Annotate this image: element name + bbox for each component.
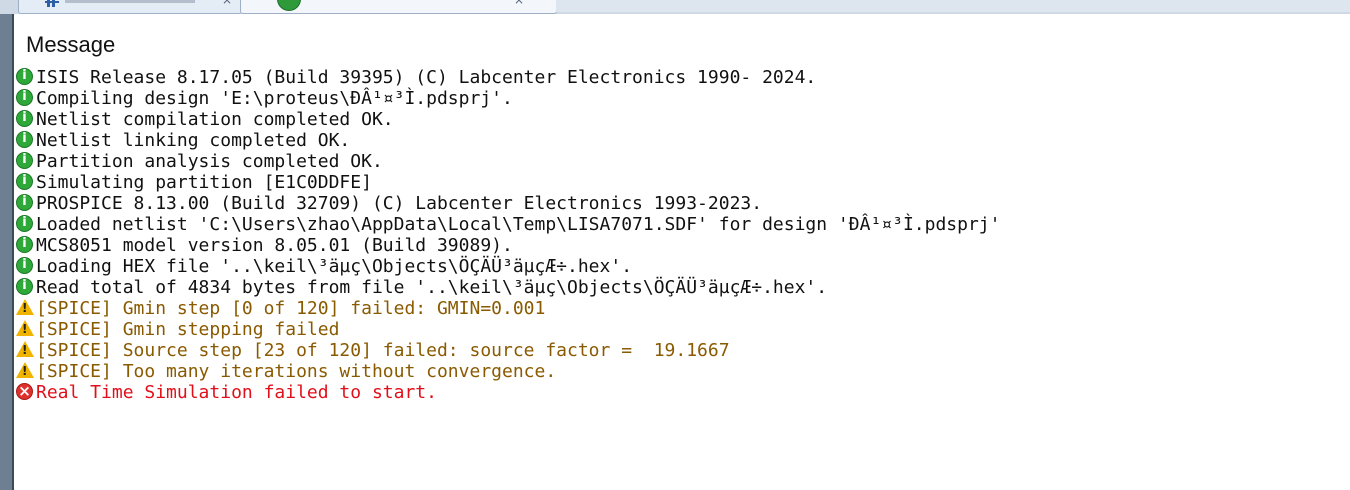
message-text: [SPICE] Gmin step [0 of 120] failed: GMI… — [36, 298, 546, 319]
message-text: Compiling design 'E:\proteus\ÐÂ¹¤³Ì.pdsp… — [36, 88, 513, 109]
message-row-info[interactable]: Loaded netlist 'C:\Users\zhao\AppData\Lo… — [16, 214, 1346, 235]
message-text: Real Time Simulation failed to start. — [36, 382, 437, 403]
tab-source-code[interactable] — [240, 0, 557, 14]
tab-label-obscured — [65, 0, 195, 3]
info-icon — [16, 109, 33, 127]
message-text: Read total of 4834 bytes from file '..\k… — [36, 277, 828, 298]
warning-icon — [16, 362, 34, 378]
message-text: Netlist compilation completed OK. — [36, 109, 394, 130]
info-icon — [16, 214, 33, 232]
message-row-info[interactable]: Read total of 4834 bytes from file '..\k… — [16, 277, 1346, 298]
info-icon — [16, 151, 33, 169]
info-icon — [16, 88, 33, 106]
message-row-info[interactable]: Simulating partition [E1C0DDFE] — [16, 172, 1346, 193]
tab-schematic[interactable] — [18, 0, 242, 14]
message-text: Netlist linking completed OK. — [36, 130, 351, 151]
message-row-warning[interactable]: [SPICE] Gmin step [0 of 120] failed: GMI… — [16, 298, 1346, 319]
message-panel: Message ISIS Release 8.17.05 (Build 3939… — [14, 14, 1350, 490]
message-row-info[interactable]: Loading HEX file '..\keil\³äµç\Objects\Ö… — [16, 256, 1346, 277]
message-row-error[interactable]: Real Time Simulation failed to start. — [16, 382, 1346, 403]
message-row-warning[interactable]: [SPICE] Gmin stepping failed — [16, 319, 1346, 340]
message-text: [SPICE] Source step [23 of 120] failed: … — [36, 340, 730, 361]
info-icon — [16, 172, 33, 190]
window-frame-left — [0, 14, 14, 490]
info-icon — [16, 235, 33, 253]
message-list[interactable]: ISIS Release 8.17.05 (Build 39395) (C) L… — [16, 67, 1346, 403]
tab-strip-empty-area — [556, 0, 1350, 12]
message-text: [SPICE] Gmin stepping failed — [36, 319, 340, 340]
message-text: ISIS Release 8.17.05 (Build 39395) (C) L… — [36, 67, 817, 88]
message-row-info[interactable]: MCS8051 model version 8.05.01 (Build 390… — [16, 235, 1346, 256]
info-icon — [16, 67, 33, 85]
message-column-header[interactable]: Message — [26, 32, 115, 58]
schematic-icon — [45, 0, 59, 7]
message-text: Loading HEX file '..\keil\³äµç\Objects\Ö… — [36, 256, 633, 277]
error-icon — [16, 382, 33, 400]
document-tab-strip: × × — [0, 0, 1350, 15]
message-row-warning[interactable]: [SPICE] Too many iterations without conv… — [16, 361, 1346, 382]
message-row-info[interactable]: Partition analysis completed OK. — [16, 151, 1346, 172]
warning-icon — [16, 341, 34, 357]
info-icon — [16, 277, 33, 295]
info-icon — [16, 193, 33, 211]
message-row-warning[interactable]: [SPICE] Source step [23 of 120] failed: … — [16, 340, 1346, 361]
message-row-info[interactable]: Netlist compilation completed OK. — [16, 109, 1346, 130]
message-text: Simulating partition [E1C0DDFE] — [36, 172, 372, 193]
tab-schematic-close-icon[interactable]: × — [222, 0, 232, 7]
message-text: [SPICE] Too many iterations without conv… — [36, 361, 557, 382]
info-icon — [16, 256, 33, 274]
warning-icon — [16, 299, 34, 315]
message-row-info[interactable]: Compiling design 'E:\proteus\ÐÂ¹¤³Ì.pdsp… — [16, 88, 1346, 109]
warning-icon — [16, 320, 34, 336]
tab-source-code-close-icon[interactable]: × — [514, 0, 524, 7]
message-text: PROSPICE 8.13.00 (Build 32709) (C) Labce… — [36, 193, 763, 214]
message-row-info[interactable]: ISIS Release 8.17.05 (Build 39395) (C) L… — [16, 67, 1346, 88]
message-row-info[interactable]: Netlist linking completed OK. — [16, 130, 1346, 151]
source-code-icon — [277, 0, 301, 11]
message-row-info[interactable]: PROSPICE 8.13.00 (Build 32709) (C) Labce… — [16, 193, 1346, 214]
message-text: Loaded netlist 'C:\Users\zhao\AppData\Lo… — [36, 214, 1001, 235]
message-text: MCS8051 model version 8.05.01 (Build 390… — [36, 235, 513, 256]
message-text: Partition analysis completed OK. — [36, 151, 383, 172]
info-icon — [16, 130, 33, 148]
